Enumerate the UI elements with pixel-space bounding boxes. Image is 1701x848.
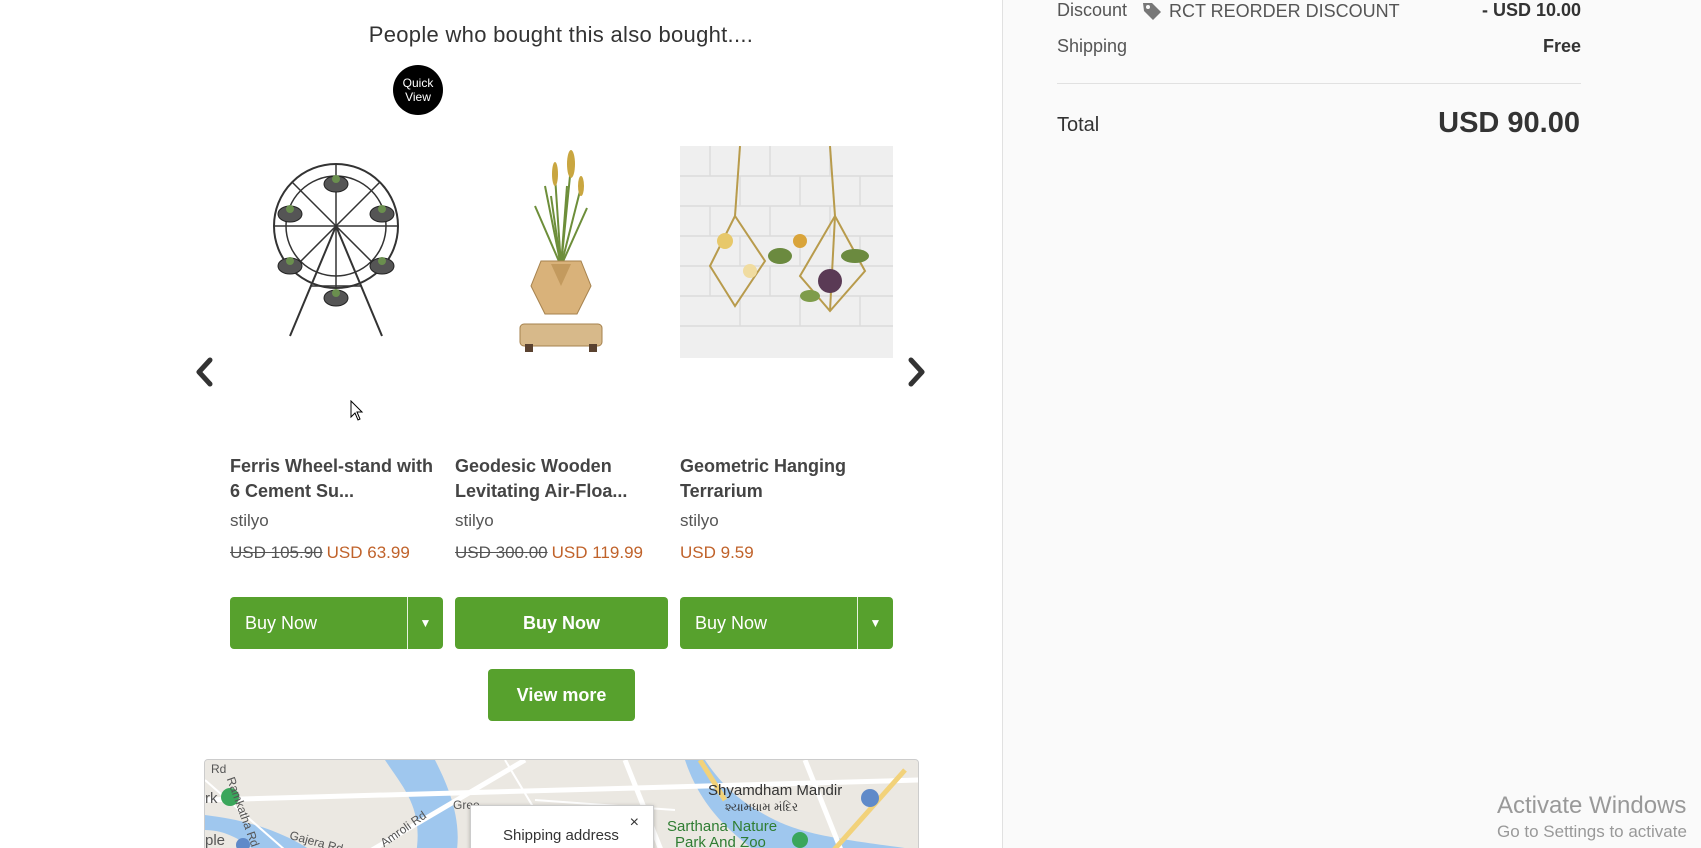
buy-now-button[interactable]: Buy Now ▼ [230,597,443,649]
watermark-line2: Go to Settings to activate [1497,822,1687,841]
map-place: શ્યામધામ મંદિર [725,800,799,814]
shipping-row: Shipping Free [1057,36,1581,57]
product-price: USD 9.59 [680,543,754,562]
product-vendor: stilyo [230,511,269,530]
map-label: ple [205,832,226,848]
map-place: Shyamdham Mandir [708,782,843,799]
chevron-left-icon [196,357,213,387]
buy-options-dropdown[interactable]: ▼ [857,597,893,649]
carousel-next-button[interactable] [901,352,931,392]
map-place: Park And Zoo [675,834,766,848]
map-label: Rd [211,762,227,776]
shipping-value: Free [1542,36,1581,56]
product-price: USD 119.99 [551,543,643,562]
quick-view-label: Quick View [402,76,434,104]
windows-activation-watermark: Activate Windows Go to Settings to activ… [1497,792,1687,842]
product-prices: USD 300.00 USD 119.99 [455,543,643,563]
map-place: Sarthana Nature [667,818,778,835]
view-more-button[interactable]: View more [488,669,635,721]
shipping-label: Shipping [1057,36,1128,56]
cursor-icon [350,400,364,421]
buy-now-label: Buy Now [245,612,318,633]
product-vendor: stilyo [680,511,719,530]
total-label: Total [1057,114,1100,136]
discount-value: - USD 10.00 [1481,0,1581,20]
product-name[interactable]: Ferris Wheel-stand with 6 Cement Su... [230,454,443,504]
buy-now-label: Buy Now [695,612,768,633]
discount-row: Discount RCT REORDER DISCOUNT - USD 10.0… [1057,0,1581,21]
discount-label: Discount [1057,0,1128,20]
main-content: People who bought this also bought.... F… [0,0,1002,848]
chevron-right-icon [908,357,925,387]
discount-code-text: RCT REORDER DISCOUNT [1169,0,1400,21]
recommendations-title: People who bought this also bought.... [368,22,754,47]
caret-down-icon: ▼ [869,616,882,630]
product-vendor: stilyo [455,511,494,530]
quick-view-button[interactable]: Quick View [393,65,443,115]
shipping-address-label: Shipping address [503,827,619,844]
product-image-levitating-planter[interactable] [455,146,668,358]
product-image-hanging-terrarium[interactable] [680,146,893,358]
buy-now-label: Buy Now [522,612,600,633]
product-old-price: USD 300.00 [455,543,548,562]
product-name[interactable]: Geometric Hanging Terrarium [680,454,893,504]
discount-code: RCT REORDER DISCOUNT [1141,0,1400,22]
order-summary: Discount RCT REORDER DISCOUNT - USD 10.0… [1002,0,1701,848]
caret-down-icon: ▼ [419,616,432,630]
total-value: USD 90.00 [1438,107,1580,139]
buy-options-dropdown[interactable]: ▼ [407,597,443,649]
buy-now-button[interactable]: Buy Now ▼ [680,597,893,649]
tag-icon [1143,3,1161,20]
product-card[interactable]: Geometric Hanging Terrarium stilyo USD 9… [680,146,893,649]
product-card[interactable]: Ferris Wheel-stand with 6 Cement Su... s… [230,146,443,649]
watermark-line1: Activate Windows [1497,792,1687,819]
product-old-price: USD 105.90 [230,543,323,562]
product-prices: USD 105.90 USD 63.99 [230,543,410,563]
product-image-ferris-wheel[interactable] [230,146,443,358]
product-price: USD 63.99 [326,543,410,562]
product-card[interactable]: Geodesic Wooden Levitating Air-Floa... s… [455,146,668,649]
buy-now-button[interactable]: Buy Now [455,597,668,649]
shipping-address-popup: Shipping address × [470,805,654,848]
product-prices: USD 9.59 [680,543,754,563]
close-icon[interactable]: × [630,814,639,832]
checkout-page: People who bought this also bought.... F… [0,0,1701,848]
summary-divider [1057,83,1581,84]
product-name[interactable]: Geodesic Wooden Levitating Air-Floa... [455,454,668,504]
map-label: rk [205,790,218,807]
carousel-prev-button[interactable] [190,352,220,392]
